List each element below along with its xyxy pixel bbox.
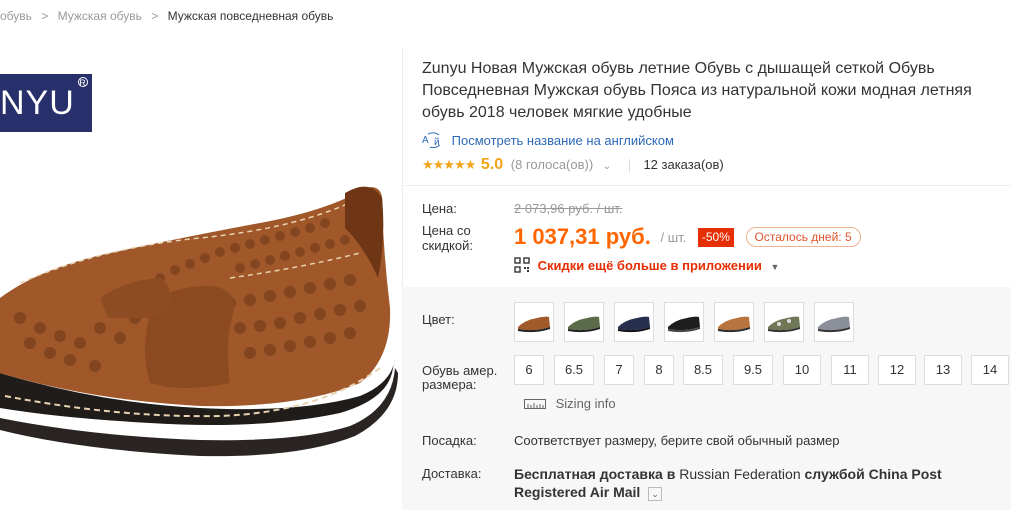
size-option[interactable]: 7 bbox=[604, 355, 634, 385]
sizing-info-text[interactable]: Sizing info bbox=[556, 396, 616, 411]
product-title: Zunyu Новая Мужская обувь летние Обувь с… bbox=[422, 60, 972, 121]
size-option[interactable]: 8.5 bbox=[683, 355, 723, 385]
delivery-free-text: Бесплатная доставка в bbox=[514, 466, 676, 482]
sizing-info-link[interactable]: Sizing info bbox=[524, 396, 616, 411]
color-label: Цвет: bbox=[422, 312, 455, 327]
size-option[interactable]: 13 bbox=[924, 355, 962, 385]
translate-link-text[interactable]: Посмотреть название на английском bbox=[452, 133, 674, 148]
caret-down-icon[interactable]: ▼ bbox=[770, 262, 779, 272]
size-option[interactable]: 10 bbox=[783, 355, 821, 385]
breadcrumb-separator: > bbox=[41, 9, 49, 23]
breadcrumb-separator: > bbox=[151, 9, 159, 23]
color-swatch-camo[interactable] bbox=[764, 302, 804, 342]
color-swatch-navy[interactable] bbox=[614, 302, 654, 342]
size-label-line2: размера: bbox=[422, 377, 477, 392]
breadcrumb-item-shoes[interactable]: обувь bbox=[0, 0, 32, 33]
registered-mark-icon: R bbox=[78, 77, 88, 88]
color-swatch-black[interactable] bbox=[664, 302, 704, 342]
translate-icon: A й bbox=[422, 132, 448, 153]
rating-divider bbox=[628, 159, 630, 173]
fit-value: Соответствует размеру, берите свой обычн… bbox=[514, 433, 840, 448]
rating-score: 5.0 bbox=[480, 156, 504, 173]
delivery-country[interactable]: Russian Federation bbox=[679, 466, 800, 482]
delivery-label: Доставка: bbox=[422, 466, 482, 481]
delivery-time-row bbox=[514, 505, 774, 510]
size-option[interactable]: 9.5 bbox=[733, 355, 773, 385]
original-price: 2 073,96 руб. / шт. bbox=[514, 201, 623, 216]
size-label-line1: Обувь амер. bbox=[422, 363, 498, 378]
rating-row: ★★★★★ 5.0 (8 голоса(ов)) ⌄ 12 заказа(ов) bbox=[422, 155, 724, 175]
chevron-down-icon[interactable]: ⌄ bbox=[648, 487, 663, 501]
app-discount-text[interactable]: Скидки ещё больше в приложении bbox=[538, 258, 762, 273]
app-discount-link[interactable]: Скидки ещё больше в приложении ▼ bbox=[514, 257, 779, 276]
color-swatch-brown[interactable] bbox=[514, 302, 554, 342]
delivery-info: Бесплатная доставка в Russian Federation… bbox=[514, 465, 1009, 501]
product-main-image[interactable] bbox=[0, 168, 402, 498]
size-option[interactable]: 14 bbox=[971, 355, 1009, 385]
breadcrumb: обувь > Мужская обувь > Мужская повседне… bbox=[0, 0, 1011, 33]
size-option[interactable]: 8 bbox=[644, 355, 674, 385]
fit-label: Посадка: bbox=[422, 433, 477, 448]
current-price: 1 037,31 руб. bbox=[514, 224, 651, 249]
orders-count: 12 заказа(ов) bbox=[643, 157, 724, 172]
star-rating-icon: ★★★★★ bbox=[422, 157, 476, 172]
section-divider bbox=[402, 185, 1011, 186]
breadcrumb-item-mens-shoes[interactable]: Мужская обувь bbox=[58, 0, 142, 33]
discount-price-label-line2: скидкой: bbox=[422, 238, 473, 253]
price-row: 1 037,31 руб. / шт. -50% Осталось дней: … bbox=[514, 224, 861, 254]
brand-logo: NYU R bbox=[0, 74, 92, 132]
discount-price-label-line1: Цена со bbox=[422, 223, 471, 238]
product-gallery[interactable]: NYU R bbox=[0, 48, 402, 510]
svg-text:A: A bbox=[422, 135, 429, 146]
price-label: Цена: bbox=[422, 201, 457, 216]
breadcrumb-item-current[interactable]: Мужская повседневная обувь bbox=[168, 0, 334, 33]
chevron-down-icon[interactable]: ⌄ bbox=[603, 161, 611, 172]
size-option[interactable]: 11 bbox=[831, 355, 869, 385]
size-option[interactable]: 12 bbox=[878, 355, 916, 385]
discount-badge: -50% bbox=[697, 227, 734, 247]
votes-count[interactable]: (8 голоса(ов)) bbox=[511, 157, 593, 172]
price-unit: / шт. bbox=[660, 229, 687, 245]
color-swatch-light-brown[interactable] bbox=[714, 302, 754, 342]
brand-logo-text: NYU bbox=[0, 84, 75, 122]
translate-link[interactable]: A й Посмотреть название на английском bbox=[422, 132, 674, 153]
color-swatch-grey[interactable] bbox=[814, 302, 854, 342]
size-option[interactable]: 6 bbox=[514, 355, 544, 385]
size-option[interactable]: 6.5 bbox=[554, 355, 594, 385]
color-swatch-green[interactable] bbox=[564, 302, 604, 342]
qr-code-icon bbox=[514, 257, 530, 273]
days-left-badge: Осталось дней: 5 bbox=[745, 227, 861, 247]
ruler-icon bbox=[524, 399, 546, 409]
